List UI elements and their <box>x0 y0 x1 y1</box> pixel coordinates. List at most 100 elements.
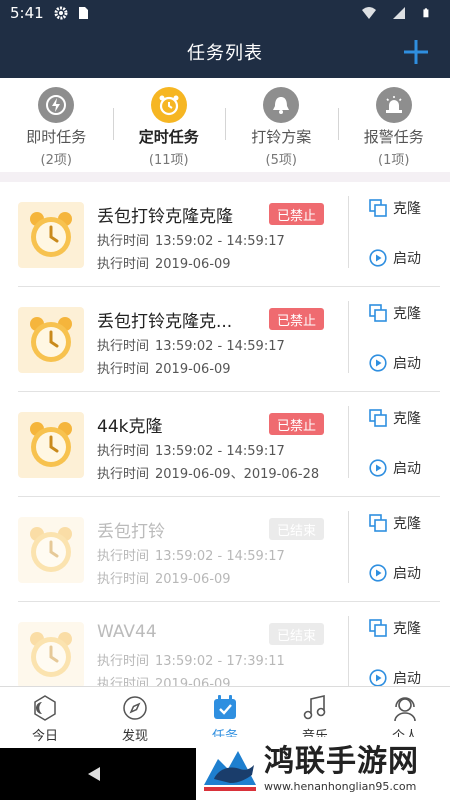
task-time-row: 执行时间 13:59:02 - 14:59:17 <box>97 230 285 249</box>
page-title: 任务列表 <box>187 43 263 64</box>
task-date: 2019-06-09 <box>155 677 231 686</box>
task-date-row: 执行时间 2019-06-09 <box>97 358 231 377</box>
tab-bell-plan[interactable]: 打铃方案 (5项) <box>225 78 338 172</box>
tab-count: (5项) <box>265 153 297 168</box>
task-date-row: 执行时间 2019-06-09 <box>97 673 231 686</box>
clone-label: 克隆 <box>393 516 421 532</box>
bull-logo-icon <box>204 750 256 791</box>
tab-label: 定时任务 <box>138 128 199 146</box>
signal-icon <box>393 7 405 19</box>
exec-time-label: 执行时间 <box>97 362 150 377</box>
task-time: 13:59:02 - 14:59:17 <box>155 444 285 459</box>
task-date: 2019-06-09 <box>155 572 231 587</box>
task-time-row: 执行时间 13:59:02 - 14:59:17 <box>97 440 285 459</box>
play-icon <box>369 669 387 686</box>
task-time: 13:59:02 - 17:39:11 <box>155 654 285 669</box>
watermark-url: www.henanhonglian95.com <box>264 779 417 793</box>
play-icon <box>369 459 387 477</box>
add-task-button[interactable] <box>402 38 430 66</box>
alarm-clock-thumbnail-icon <box>18 412 84 478</box>
tab-label: 即时任务 <box>26 128 87 146</box>
back-icon[interactable] <box>84 764 104 784</box>
action-divider <box>348 301 349 373</box>
task-time-row: 执行时间 13:59:02 - 14:59:17 <box>97 545 285 564</box>
clone-button[interactable]: 克隆 <box>369 408 421 428</box>
watermark-title: 鸿联手游网 <box>264 743 419 779</box>
play-icon <box>369 249 387 267</box>
task-item[interactable]: 丢包打铃克隆克... 已禁止 执行时间 13:59:02 - 14:59:17 执… <box>0 287 450 392</box>
task-item[interactable]: 44k克隆 已禁止 执行时间 13:59:02 - 14:59:17 执行时间 20… <box>0 392 450 497</box>
alarm-clock-thumbnail-icon <box>18 622 84 686</box>
play-icon <box>369 564 387 582</box>
task-time: 13:59:02 - 14:59:17 <box>155 339 285 354</box>
task-time: 13:59:02 - 14:59:17 <box>155 234 285 249</box>
start-button[interactable]: 启动 <box>369 563 421 583</box>
tab-count: (2项) <box>40 153 72 168</box>
clone-button[interactable]: 克隆 <box>369 618 421 638</box>
start-label: 启动 <box>393 461 421 477</box>
start-button[interactable]: 启动 <box>369 248 421 268</box>
exec-time-label: 执行时间 <box>97 549 150 564</box>
exec-time-label: 执行时间 <box>97 572 150 587</box>
sd-card-icon <box>78 7 88 19</box>
start-label: 启动 <box>393 356 421 372</box>
nav-discover[interactable]: 发现 <box>90 687 180 748</box>
task-item[interactable]: 丢包打铃 已结束 执行时间 13:59:02 - 14:59:17 执行时间 201… <box>0 497 450 602</box>
action-divider <box>348 196 349 268</box>
tab-scheduled[interactable]: 定时任务 (11项) <box>112 78 226 172</box>
clone-label: 克隆 <box>393 411 421 427</box>
task-date: 2019-06-09、2019-06-28 <box>155 467 320 482</box>
task-item[interactable]: 丢包打铃克隆克隆 已禁止 执行时间 13:59:02 - 14:59:17 执行时… <box>0 182 450 287</box>
nav-label: 发现 <box>121 729 148 744</box>
task-item[interactable]: WAV44 已结束 执行时间 13:59:02 - 17:39:11 执行时间 20… <box>0 602 450 686</box>
exec-time-label: 执行时间 <box>97 467 150 482</box>
compass-icon <box>123 696 147 720</box>
siren-icon <box>375 87 412 123</box>
category-tabs: 即时任务 (2项) 定时任务 (11项) 打铃方案 (5项) 报警任务 (1项) <box>0 78 450 172</box>
exec-time-label: 执行时间 <box>97 677 150 686</box>
play-icon <box>369 354 387 372</box>
calendar-check-icon <box>214 695 236 719</box>
task-name: 丢包打铃 <box>97 522 165 542</box>
wifi-icon <box>362 7 376 19</box>
copy-icon <box>369 409 387 427</box>
copy-icon <box>369 199 387 217</box>
tab-count: (1项) <box>378 153 410 168</box>
status-badge: 已禁止 <box>269 203 324 225</box>
clone-button[interactable]: 克隆 <box>369 303 421 323</box>
task-date: 2019-06-09 <box>155 257 231 272</box>
copy-icon <box>369 619 387 637</box>
bell-icon <box>263 87 300 123</box>
section-divider <box>0 172 450 182</box>
start-button[interactable]: 启动 <box>369 458 421 478</box>
clone-label: 克隆 <box>393 201 421 217</box>
start-button[interactable]: 启动 <box>369 353 421 373</box>
task-list: 丢包打铃克隆克隆 已禁止 执行时间 13:59:02 - 14:59:17 执行时… <box>0 182 450 686</box>
exec-time-label: 执行时间 <box>97 444 150 459</box>
clone-button[interactable]: 克隆 <box>369 513 421 533</box>
task-time: 13:59:02 - 14:59:17 <box>155 549 285 564</box>
tab-label: 报警任务 <box>363 128 424 146</box>
copy-icon <box>369 304 387 322</box>
tab-instant[interactable]: 即时任务 (2项) <box>0 78 113 172</box>
lightning-icon <box>38 87 75 123</box>
status-badge: 已禁止 <box>269 308 324 330</box>
start-label: 启动 <box>393 251 421 267</box>
action-divider <box>348 406 349 478</box>
exec-time-label: 执行时间 <box>97 234 150 249</box>
status-bar: 5:41 <box>0 0 450 26</box>
clone-button[interactable]: 克隆 <box>369 198 421 218</box>
tab-alarm[interactable]: 报警任务 (1项) <box>337 78 450 172</box>
headset-user-icon <box>394 697 416 722</box>
action-divider <box>348 511 349 583</box>
nav-today[interactable]: 今日 <box>0 687 90 748</box>
start-button[interactable]: 启动 <box>369 668 421 686</box>
alarm-clock-icon <box>150 87 187 123</box>
title-bar: 任务列表 <box>0 26 450 78</box>
tab-label: 打铃方案 <box>251 128 312 146</box>
settings-icon <box>54 6 68 20</box>
status-time: 5:41 <box>10 4 44 22</box>
task-time-row: 执行时间 13:59:02 - 17:39:11 <box>97 650 285 669</box>
start-label: 启动 <box>393 566 421 582</box>
exec-time-label: 执行时间 <box>97 257 150 272</box>
